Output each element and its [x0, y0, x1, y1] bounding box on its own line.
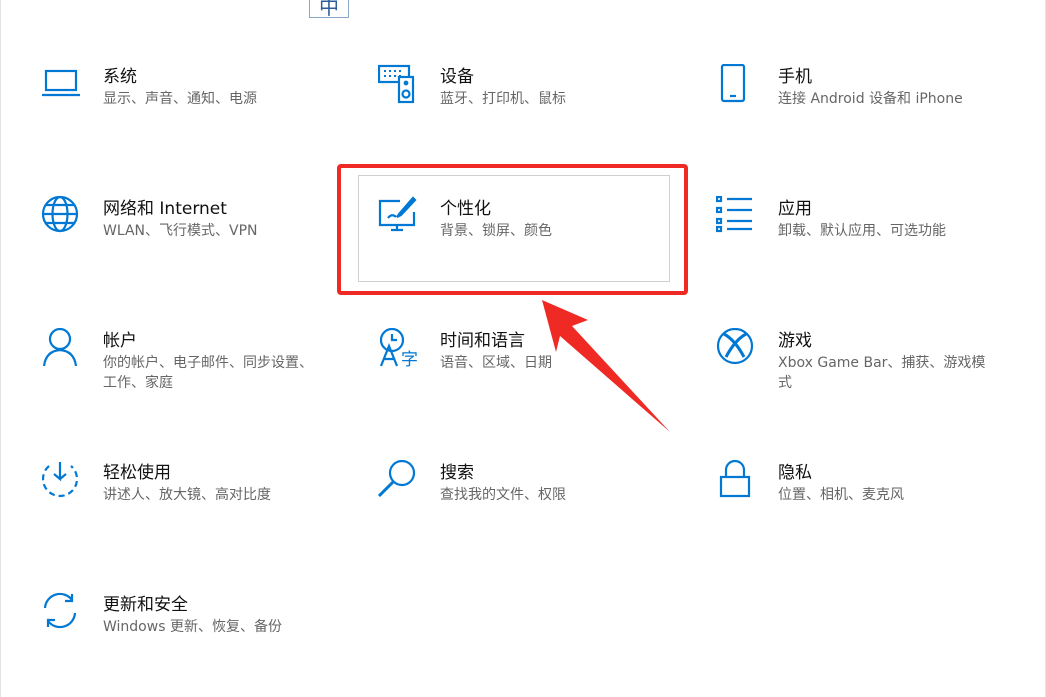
xbox-icon: [716, 328, 758, 370]
settings-tile-accounts[interactable]: 帐户 你的帐户、电子邮件、同步设置、工作、家庭: [41, 328, 331, 398]
tile-title: 更新和安全: [103, 595, 188, 615]
tile-title: 系统: [103, 67, 137, 87]
language-icon: 字: [378, 328, 420, 370]
tile-description: 位置、相机、麦克风: [778, 487, 904, 503]
tile-title: 设备: [440, 67, 474, 87]
tile-description: WLAN、飞行模式、VPN: [103, 223, 258, 239]
settings-tile-update-security[interactable]: 更新和安全 Windows 更新、恢复、备份: [41, 592, 331, 662]
apps-list-icon: [716, 196, 758, 238]
search-icon: [378, 460, 420, 502]
settings-tile-apps[interactable]: 应用 卸载、默认应用、可选功能: [716, 196, 1006, 266]
tile-description: 卸载、默认应用、可选功能: [778, 223, 946, 239]
tile-title: 应用: [778, 199, 812, 219]
tile-title: 帐户: [103, 331, 137, 351]
keyboard-speaker-icon: [378, 64, 420, 106]
sync-icon: [41, 592, 83, 634]
settings-tile-system[interactable]: 系统 显示、声音、通知、电源: [41, 64, 331, 134]
annotation-arrow: [542, 300, 670, 432]
person-icon: [41, 328, 83, 370]
tile-description: 连接 Android 设备和 iPhone: [778, 91, 963, 107]
settings-tile-network[interactable]: 网络和 Internet WLAN、飞行模式、VPN: [41, 196, 331, 266]
settings-tile-privacy[interactable]: 隐私 位置、相机、麦克风: [716, 460, 1006, 530]
window-left-border: [0, 0, 1, 697]
ime-indicator: 中: [309, 0, 349, 18]
tile-description: 显示、声音、通知、电源: [103, 91, 257, 107]
tile-title: 搜索: [440, 463, 474, 483]
tile-title: 隐私: [778, 463, 812, 483]
tile-title: 网络和 Internet: [103, 199, 227, 219]
tile-title: 轻松使用: [103, 463, 171, 483]
tile-description: 你的帐户、电子邮件、同步设置、工作、家庭: [103, 355, 313, 391]
tile-description: 蓝牙、打印机、鼠标: [440, 91, 566, 107]
tile-description: Windows 更新、恢复、备份: [103, 619, 282, 635]
phone-icon: [716, 64, 758, 106]
tile-title: 手机: [778, 67, 812, 87]
ease-of-access-icon: [41, 460, 83, 502]
svg-text:字: 字: [401, 350, 418, 370]
settings-tile-phone[interactable]: 手机 连接 Android 设备和 iPhone: [716, 64, 1006, 134]
settings-tile-gaming[interactable]: 游戏 Xbox Game Bar、捕获、游戏模式: [716, 328, 1006, 398]
globe-icon: [41, 196, 83, 238]
ime-label: 中: [319, 0, 339, 18]
settings-tile-ease-of-access[interactable]: 轻松使用 讲述人、放大镜、高对比度: [41, 460, 331, 530]
tile-title: 游戏: [778, 331, 812, 351]
tile-title: 时间和语言: [440, 331, 525, 351]
settings-tile-devices[interactable]: 设备 蓝牙、打印机、鼠标: [378, 64, 668, 134]
settings-tile-search[interactable]: 搜索 查找我的文件、权限: [378, 460, 668, 530]
lock-icon: [716, 460, 758, 502]
annotation-highlight-rectangle: [337, 164, 688, 295]
tile-description: 讲述人、放大镜、高对比度: [103, 487, 271, 503]
tile-description: 查找我的文件、权限: [440, 487, 566, 503]
tile-description: Xbox Game Bar、捕获、游戏模式: [778, 355, 986, 391]
laptop-icon: [41, 64, 83, 106]
